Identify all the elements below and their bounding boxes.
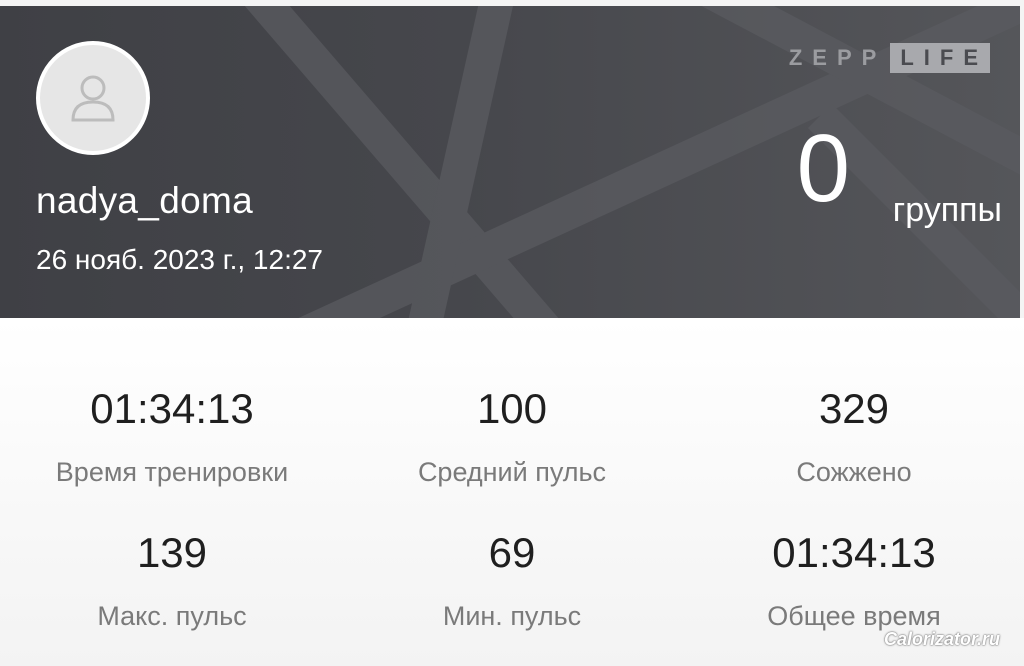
stat-label: Время тренировки [55, 457, 289, 487]
stat-label: Макс. пульс [97, 601, 247, 631]
stats-grid: 01:34:13 Время тренировки 100 Средний пу… [0, 318, 1024, 666]
stat-value: 329 [818, 385, 890, 432]
stat-min-heart-rate: 69 Мин. пульс [342, 532, 682, 632]
profile-header: nadya_doma 26 нояб. 2023 г., 12:27 ZEPP … [0, 6, 1020, 318]
stat-max-heart-rate: 139 Макс. пульс [2, 532, 342, 632]
workout-datetime: 26 нояб. 2023 г., 12:27 [36, 244, 323, 275]
stat-value: 69 [488, 529, 536, 576]
avatar[interactable] [36, 41, 150, 155]
stat-total-time: 01:34:13 Общее время [684, 532, 1024, 632]
logo-text-zepp: ZEPP [788, 45, 887, 70]
zepp-life-logo: ZEPP LIFE [789, 43, 990, 73]
stat-label: Мин. пульс [442, 601, 582, 631]
stat-calories-burned: 329 Сожжено [684, 388, 1024, 488]
stat-label: Средний пульс [417, 457, 607, 487]
stat-workout-time: 01:34:13 Время тренировки [2, 388, 342, 488]
stat-label: Сожжено [796, 457, 912, 487]
stat-value: 139 [136, 529, 208, 576]
stat-value: 100 [476, 385, 548, 432]
group-count: 0 [796, 115, 850, 222]
group-count-label: группы [892, 191, 1002, 229]
username: nadya_doma [36, 180, 253, 221]
watermark: Calorizator.ru [883, 629, 1000, 649]
stat-value: 01:34:13 [772, 529, 936, 576]
workout-summary-screen: nadya_doma 26 нояб. 2023 г., 12:27 ZEPP … [0, 0, 1024, 666]
user-placeholder-icon [71, 75, 115, 122]
logo-text-life: LIFE [890, 43, 990, 73]
stat-avg-heart-rate: 100 Средний пульс [342, 388, 682, 488]
stat-value: 01:34:13 [90, 385, 254, 432]
stat-label: Общее время [767, 601, 941, 631]
